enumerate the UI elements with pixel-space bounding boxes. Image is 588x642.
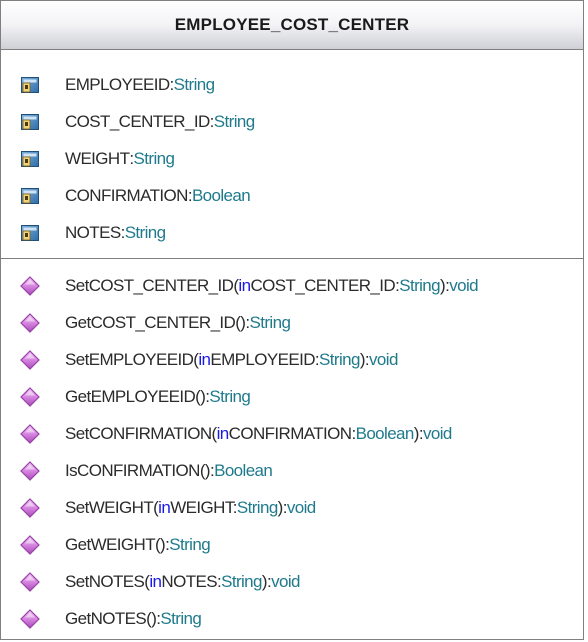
- operation-close: ):: [440, 276, 450, 295]
- attributes-compartment: EMPLOYEEID: String COST_CENTER_ID: String …: [1, 50, 583, 259]
- operation-diamond-icon: [19, 349, 41, 371]
- operation-name: SetEMPLOYEEID(: [65, 350, 199, 369]
- return-type: void: [286, 498, 316, 517]
- operation-name: SetCONFIRMATION(: [65, 424, 217, 443]
- return-type: void: [271, 572, 300, 591]
- operation-row[interactable]: SetCOST_CENTER_ID(in COST_CENTER_ID: Stri…: [19, 273, 479, 299]
- operation-diamond-icon: [19, 423, 41, 445]
- operation-diamond-icon: [19, 497, 41, 519]
- operation-name: GetWEIGHT():: [65, 535, 170, 554]
- param-type: String: [236, 498, 278, 517]
- operation-diamond-icon: [19, 312, 41, 334]
- operation-row[interactable]: GetNOTES(): String: [19, 606, 202, 632]
- param-name: EMPLOYEEID:: [210, 350, 320, 369]
- param-direction: in: [238, 276, 251, 295]
- operation-name: IsCONFIRMATION():: [65, 461, 215, 480]
- operation-name: GetCOST_CENTER_ID():: [65, 313, 250, 332]
- attribute-row[interactable]: WEIGHT: String: [19, 146, 175, 172]
- attribute-field-icon: [19, 185, 41, 207]
- attribute-row[interactable]: EMPLOYEEID: String: [19, 72, 215, 98]
- attribute-field-icon: [19, 222, 41, 244]
- operation-row[interactable]: GetEMPLOYEEID(): String: [19, 384, 251, 410]
- operation-row[interactable]: SetWEIGHT(in WEIGHT: String): void: [19, 495, 316, 521]
- attribute-field-icon: [19, 148, 41, 170]
- return-type: void: [422, 424, 452, 443]
- param-name: COST_CENTER_ID:: [250, 276, 400, 295]
- param-name: WEIGHT:: [170, 498, 237, 517]
- uml-class-box[interactable]: EMPLOYEE_COST_CENTER EMPLOYEEID: String C…: [0, 0, 584, 640]
- attribute-type: String: [213, 112, 255, 131]
- param-type: Boolean: [355, 424, 415, 443]
- attribute-name: CONFIRMATION: [65, 186, 188, 205]
- return-type: String: [209, 387, 251, 406]
- operation-name: GetEMPLOYEEID():: [65, 387, 210, 406]
- operation-row[interactable]: GetCOST_CENTER_ID(): String: [19, 310, 291, 336]
- param-direction: in: [158, 498, 171, 517]
- attribute-type: String: [133, 149, 175, 168]
- attribute-name: EMPLOYEEID: [65, 75, 170, 94]
- operation-diamond-icon: [19, 460, 41, 482]
- return-type: String: [169, 535, 211, 554]
- operation-row[interactable]: SetCONFIRMATION(in CONFIRMATION: Boolean)…: [19, 421, 452, 447]
- operation-name: GetNOTES():: [65, 609, 161, 628]
- param-type: String: [319, 350, 360, 369]
- attribute-type: String: [173, 75, 215, 94]
- operation-close: ):: [359, 350, 370, 369]
- attribute-row[interactable]: CONFIRMATION: Boolean: [19, 183, 251, 209]
- operation-name: SetCOST_CENTER_ID(: [65, 276, 239, 295]
- attribute-row[interactable]: NOTES: String: [19, 220, 166, 246]
- param-type: String: [399, 276, 441, 295]
- attribute-field-icon: [19, 74, 41, 96]
- attribute-row[interactable]: COST_CENTER_ID: String: [19, 109, 255, 135]
- operation-close: ):: [261, 572, 272, 591]
- operation-row[interactable]: SetNOTES(in NOTES: String): void: [19, 569, 300, 595]
- param-name: NOTES:: [161, 572, 222, 591]
- return-type: String: [249, 313, 291, 332]
- operation-diamond-icon: [19, 608, 41, 630]
- operation-diamond-icon: [19, 386, 41, 408]
- operation-name: SetWEIGHT(: [65, 498, 159, 517]
- param-name: CONFIRMATION:: [228, 424, 357, 443]
- operation-row[interactable]: IsCONFIRMATION(): Boolean: [19, 458, 273, 484]
- attribute-type: Boolean: [191, 186, 251, 205]
- operation-name: SetNOTES(: [65, 572, 150, 591]
- operation-close: ):: [413, 424, 424, 443]
- attribute-name: NOTES: [65, 223, 121, 242]
- return-type: Boolean: [214, 461, 273, 480]
- operation-diamond-icon: [19, 534, 41, 556]
- operation-diamond-icon: [19, 571, 41, 593]
- attribute-field-icon: [19, 111, 41, 133]
- operation-row[interactable]: GetWEIGHT(): String: [19, 532, 211, 558]
- class-header: EMPLOYEE_COST_CENTER: [1, 1, 583, 50]
- attribute-name: COST_CENTER_ID: [65, 112, 210, 131]
- return-type: String: [160, 609, 202, 628]
- param-direction: in: [149, 572, 162, 591]
- operation-close: ):: [277, 498, 288, 517]
- return-type: void: [369, 350, 398, 369]
- class-title: EMPLOYEE_COST_CENTER: [174, 15, 410, 34]
- attribute-type: String: [124, 223, 166, 242]
- param-direction: in: [198, 350, 211, 369]
- operation-diamond-icon: [19, 275, 41, 297]
- param-direction: in: [216, 424, 230, 443]
- param-type: String: [221, 572, 262, 591]
- operation-row[interactable]: SetEMPLOYEEID(in EMPLOYEEID: String): void: [19, 347, 398, 373]
- attribute-name: WEIGHT: [65, 149, 130, 168]
- return-type: void: [449, 276, 478, 295]
